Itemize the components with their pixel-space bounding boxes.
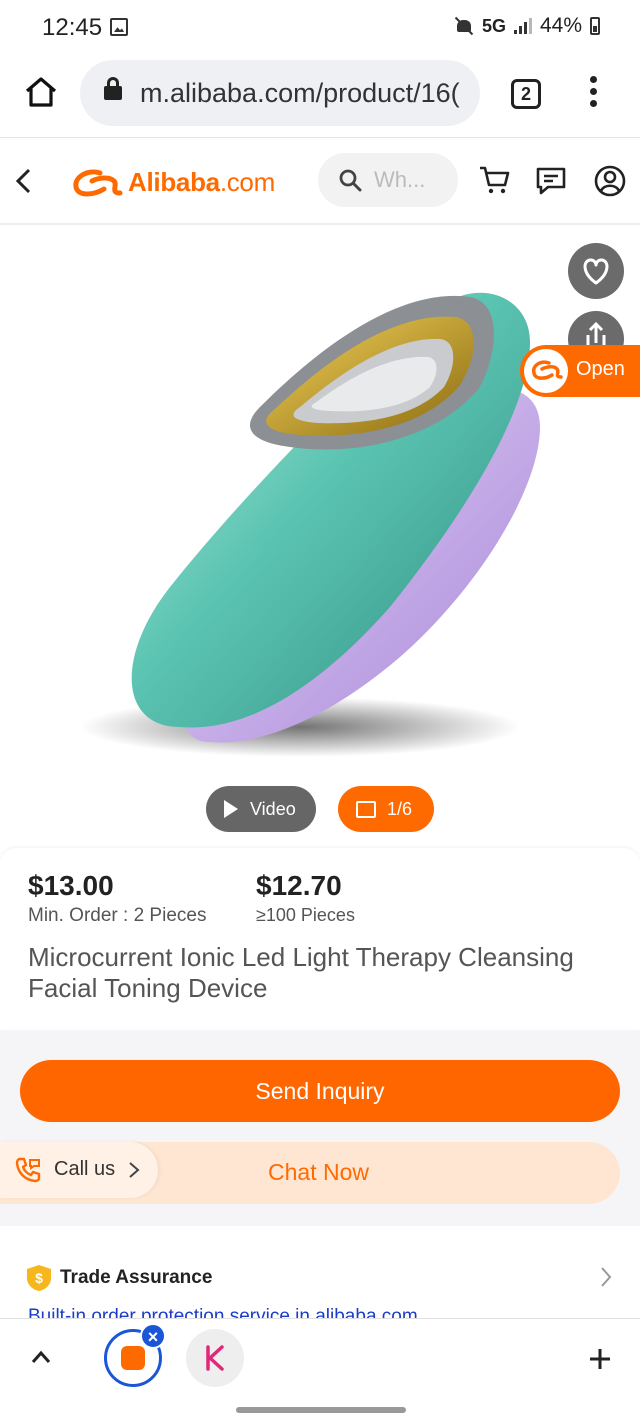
price-card: $13.00 Min. Order : 2 Pieces $12.70 ≥100…	[0, 848, 640, 1028]
alibaba-app-badge	[524, 349, 568, 393]
price-tier-2: $12.70	[256, 870, 342, 901]
tab-switcher-button[interactable]: 2	[511, 79, 541, 109]
image-icon	[356, 801, 376, 818]
bottom-toolbar: ×	[0, 1318, 640, 1422]
back-icon[interactable]	[14, 167, 34, 195]
product-image[interactable]	[60, 287, 560, 767]
product-title: Microcurrent Ionic Led Light Therapy Cle…	[28, 942, 574, 1003]
photo-counter-button[interactable]: 1/6	[338, 786, 434, 832]
chevron-right-icon	[129, 1162, 140, 1178]
trade-assurance-subtitle[interactable]: Built-in order protection service in ali…	[28, 1306, 418, 1318]
action-panel: Send Inquiry Call us Chat Now	[0, 1030, 640, 1226]
tab-other[interactable]	[186, 1329, 244, 1387]
browser-toolbar: m.alibaba.com/product/16( 2	[0, 56, 640, 138]
url-text[interactable]: m.alibaba.com/product/16(	[140, 78, 460, 109]
logo-suffix: .com	[219, 167, 275, 197]
alibaba-app-icon	[531, 360, 563, 380]
favorite-button[interactable]	[568, 243, 624, 299]
trade-assurance-title: Trade Assurance	[60, 1267, 213, 1288]
trade-assurance-section[interactable]: $ Trade Assurance Built-in order protect…	[0, 1236, 640, 1318]
product-gallery[interactable]: Open Video 1/6	[0, 227, 640, 847]
k-app-icon	[206, 1345, 224, 1371]
chat-now-label: Chat Now	[268, 1159, 369, 1185]
chat-now-button[interactable]: Call us Chat Now	[0, 1142, 620, 1204]
price-tier-1-condition: Min. Order : 2 Pieces	[28, 905, 207, 926]
battery-percent: 44%	[539, 14, 582, 37]
lock-icon	[104, 77, 122, 100]
svg-text:$: $	[35, 1270, 43, 1286]
search-icon	[339, 169, 362, 192]
battery-icon	[590, 17, 600, 35]
home-icon[interactable]	[24, 76, 58, 108]
alibaba-logo-icon[interactable]	[70, 167, 126, 199]
shield-icon: $	[27, 1265, 51, 1291]
photo-counter: 1/6	[387, 799, 413, 819]
call-us-button[interactable]: Call us	[0, 1142, 158, 1198]
play-icon	[224, 800, 238, 818]
price-tier-2-condition: ≥100 Pieces	[256, 905, 355, 925]
open-in-app-button[interactable]: Open	[520, 345, 640, 397]
open-label: Open	[576, 358, 625, 380]
phone-icon	[15, 1157, 41, 1183]
status-indicators: 5G 44%	[454, 14, 600, 38]
status-time: 12:45	[42, 14, 103, 41]
heart-icon	[583, 258, 609, 285]
message-icon[interactable]	[536, 167, 566, 195]
call-us-label: Call us	[54, 1158, 116, 1180]
signal-icon	[513, 18, 532, 34]
alibaba-tab-icon	[121, 1346, 145, 1370]
user-icon[interactable]	[594, 165, 626, 197]
chevron-right-icon[interactable]	[600, 1266, 612, 1288]
site-header: Alibaba.com Wh...	[0, 139, 640, 225]
status-bar: 12:45 5G 44%	[0, 0, 640, 56]
mute-icon	[454, 16, 474, 36]
url-bar[interactable]: m.alibaba.com/product/16(	[80, 60, 480, 126]
plus-icon[interactable]	[588, 1347, 612, 1371]
more-icon[interactable]	[590, 76, 598, 110]
send-inquiry-button[interactable]: Send Inquiry	[20, 1060, 620, 1122]
price-tier-1: $13.00	[28, 870, 114, 901]
image-notification-icon	[110, 18, 128, 36]
search-placeholder: Wh...	[374, 167, 426, 192]
video-button[interactable]: Video	[206, 786, 316, 832]
cart-icon[interactable]	[478, 165, 510, 195]
network-label: 5G	[481, 15, 506, 36]
video-label: Video	[250, 799, 296, 819]
close-tab-button[interactable]: ×	[140, 1323, 166, 1349]
alibaba-logo-text[interactable]: Alibaba.com	[128, 167, 275, 198]
chevron-up-icon[interactable]	[30, 1349, 52, 1365]
search-input[interactable]: Wh...	[318, 153, 458, 207]
logo-brand: Alibaba	[128, 167, 220, 197]
home-indicator[interactable]	[236, 1407, 406, 1413]
